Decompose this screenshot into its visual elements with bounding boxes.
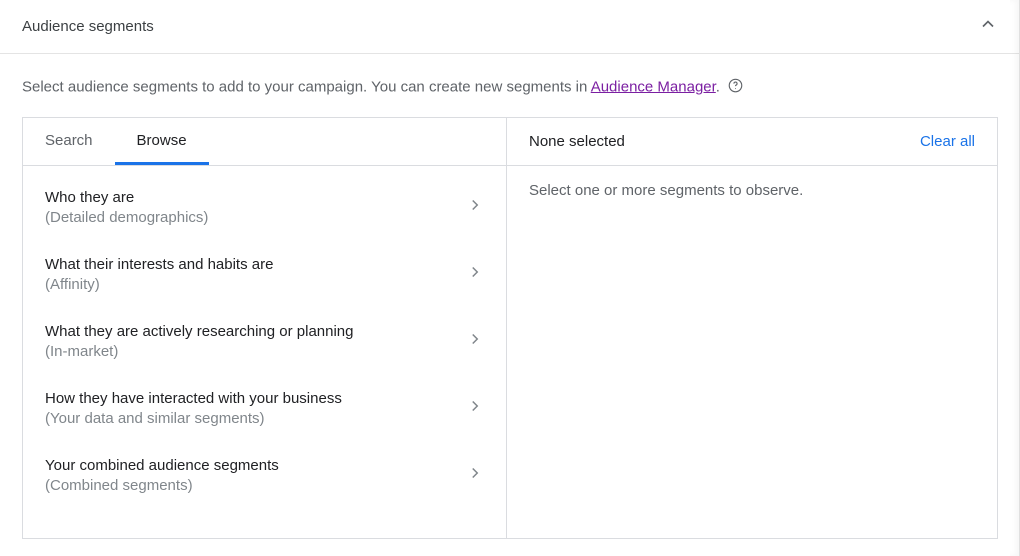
category-title: What they are actively researching or pl… [45,322,354,342]
chevron-right-icon [466,263,484,286]
category-subtitle: (Your data and similar segments) [45,409,342,429]
tab-browse[interactable]: Browse [115,118,209,165]
page-right-edge [1010,0,1020,556]
category-subtitle: (Combined segments) [45,476,279,496]
audience-segments-panel: Audience segments Select audience segmen… [0,0,1020,539]
description-suffix: . [716,78,720,95]
category-title: Who they are [45,188,208,208]
selection-count: None selected [529,133,625,150]
description-text: Select audience segments to add to your … [0,54,1020,117]
category-subtitle: (Affinity) [45,275,273,295]
clear-all-button[interactable]: Clear all [920,133,975,150]
chevron-right-icon [466,397,484,420]
help-icon[interactable] [728,78,743,97]
category-text: How they have interacted with your busin… [45,389,342,428]
right-header: None selected Clear all [507,118,997,166]
category-list: Who they are (Detailed demographics) Wha… [23,166,506,517]
segment-picker: Search Browse Who they are (Detailed dem… [22,117,998,539]
panel-title: Audience segments [22,18,154,35]
chevron-right-icon [466,464,484,487]
chevron-right-icon [466,330,484,353]
chevron-right-icon [466,196,484,219]
category-title: Your combined audience segments [45,456,279,476]
category-text: Your combined audience segments (Combine… [45,456,279,495]
category-title: What their interests and habits are [45,255,273,275]
tabs-row: Search Browse [23,118,506,166]
tab-search[interactable]: Search [23,118,115,165]
category-interests-habits[interactable]: What their interests and habits are (Aff… [23,241,506,308]
chevron-up-icon[interactable] [978,14,998,39]
category-text: What their interests and habits are (Aff… [45,255,273,294]
category-text: What they are actively researching or pl… [45,322,354,361]
audience-manager-link[interactable]: Audience Manager [591,78,716,95]
right-pane: None selected Clear all Select one or mo… [507,118,997,538]
category-who-they-are[interactable]: Who they are (Detailed demographics) [23,174,506,241]
left-pane: Search Browse Who they are (Detailed dem… [23,118,507,538]
category-actively-researching[interactable]: What they are actively researching or pl… [23,308,506,375]
category-subtitle: (Detailed demographics) [45,208,208,228]
category-combined-segments[interactable]: Your combined audience segments (Combine… [23,442,506,509]
selection-placeholder: Select one or more segments to observe. [507,166,997,215]
description-prefix: Select audience segments to add to your … [22,78,591,95]
panel-header: Audience segments [0,0,1020,54]
category-subtitle: (In-market) [45,342,354,362]
category-text: Who they are (Detailed demographics) [45,188,208,227]
category-title: How they have interacted with your busin… [45,389,342,409]
category-interacted-business[interactable]: How they have interacted with your busin… [23,375,506,442]
